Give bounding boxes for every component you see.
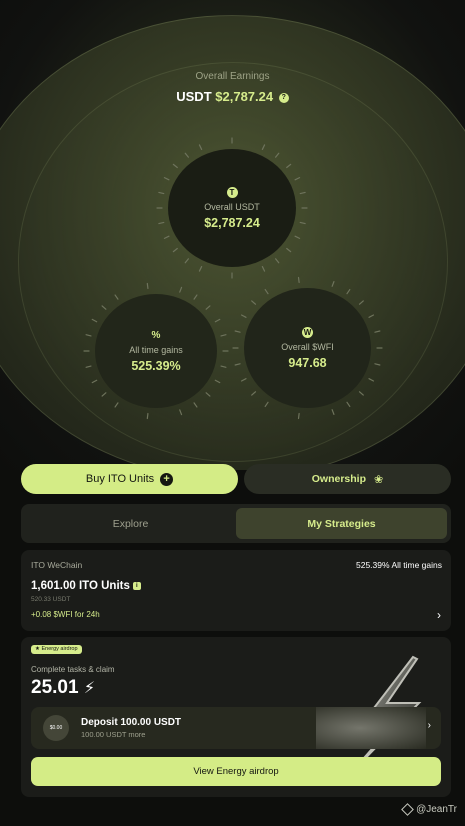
earnings-amount: $2,787.24	[215, 89, 274, 104]
overall-wfi-label: Overall $WFI	[281, 341, 334, 352]
tick-mark	[234, 330, 241, 333]
strategy-name: ITO WeChain	[31, 560, 83, 570]
energy-subtitle: Complete tasks & claim	[31, 665, 115, 674]
tick-mark	[85, 334, 92, 337]
tether-icon: T	[226, 186, 238, 198]
energy-value-number: 25.01	[31, 677, 79, 698]
overall-wfi-bubble[interactable]: W Overall $WFI 947.68	[232, 276, 383, 420]
overall-usdt-label: Overall USDT	[204, 201, 260, 212]
strategy-all-time-gains: 525.39% All time gains	[356, 560, 442, 570]
buy-ito-units-label: Buy ITO Units	[85, 473, 155, 485]
tick-mark	[146, 282, 149, 290]
strategy-usdt-value: 520.33 USDT	[31, 596, 71, 603]
medal-icon: ❀	[374, 473, 384, 486]
tick-mark	[374, 363, 381, 366]
diamond-logo-icon	[401, 802, 414, 816]
plus-icon: +	[160, 472, 174, 486]
strategy-card-ito-wechain[interactable]: ITO WeChain 525.39% All time gains 1,601…	[21, 550, 451, 631]
tick-mark	[220, 365, 227, 368]
strategy-units: 1,601.00 ITO Units i	[31, 580, 141, 592]
strategy-tabs: Explore My Strategies	[21, 504, 451, 543]
strategy-wfi-earnings: +0.08 $WFI for 24h	[31, 610, 100, 619]
tick-mark	[85, 365, 92, 368]
action-buttons: Buy ITO Units + Ownership ❀	[21, 464, 451, 494]
deposit-subtitle: 100.00 USDT more	[81, 730, 146, 739]
tick-mark	[158, 191, 165, 195]
deposit-title: Deposit 100.00 USDT	[81, 717, 182, 728]
info-badge-icon: i	[132, 581, 141, 590]
tab-explore[interactable]: Explore	[25, 508, 236, 539]
overall-earnings-title: Overall Earnings	[195, 71, 270, 82]
buy-ito-units-button[interactable]: Buy ITO Units +	[21, 464, 238, 494]
question-icon[interactable]: ?	[278, 92, 289, 103]
chevron-right-icon: ›	[427, 720, 431, 731]
overall-usdt-value: $2,787.24	[204, 215, 260, 230]
wfi-icon: W	[302, 326, 313, 338]
ownership-button[interactable]: Ownership ❀	[244, 464, 451, 494]
watermark: @JeanTr	[401, 802, 457, 816]
overall-usdt-bubble[interactable]: T Overall USDT $2,787.24	[156, 137, 308, 279]
all-time-gains-value: 525.39%	[131, 358, 181, 373]
lightning-icon: ⚡	[83, 680, 96, 697]
earnings-hero: Overall Earnings USDT $2,787.24 ? T Over…	[0, 0, 465, 470]
energy-airdrop-badge-label: Energy airdrop	[41, 646, 78, 652]
tick-mark	[331, 281, 335, 287]
tick-mark	[179, 286, 183, 293]
earnings-currency: USDT	[176, 89, 212, 104]
tick-mark	[158, 221, 165, 225]
tick-mark	[220, 334, 227, 337]
tab-my-strategies[interactable]: My Strategies	[236, 508, 447, 539]
all-time-gains-bubble[interactable]: % All time gains 525.39%	[83, 282, 229, 420]
deposit-glow-decoration	[316, 707, 426, 749]
ownership-label: Ownership	[311, 473, 367, 485]
tick-mark	[297, 412, 300, 420]
view-energy-airdrop-button[interactable]: View Energy airdrop	[31, 757, 441, 786]
tick-mark	[234, 363, 241, 366]
chevron-right-icon[interactable]: ›	[437, 608, 441, 622]
tick-mark	[198, 265, 203, 272]
deposit-task[interactable]: $0.00 Deposit 100.00 USDT 100.00 USDT mo…	[31, 707, 441, 749]
energy-airdrop-badge: ★ Energy airdrop	[31, 645, 82, 654]
overall-wfi-value: 947.68	[288, 355, 327, 370]
all-time-gains-label: All time gains	[129, 344, 183, 355]
tick-mark	[299, 191, 306, 195]
tick-mark	[299, 221, 306, 225]
strategy-units-value: 1,601.00 ITO Units	[31, 580, 130, 592]
tick-mark	[146, 412, 149, 420]
watermark-text: @JeanTr	[416, 804, 457, 815]
coin-icon: $0.00	[43, 715, 69, 741]
percent-icon: %	[151, 329, 161, 341]
tick-mark	[297, 276, 300, 284]
tick-mark	[261, 265, 266, 272]
tick-mark	[331, 409, 335, 415]
tick-mark	[179, 409, 183, 416]
tick-mark	[374, 330, 381, 333]
overall-earnings-value: USDT $2,787.24 ?	[0, 89, 465, 104]
energy-value: 25.01 ⚡	[31, 677, 95, 699]
energy-airdrop-card: ★ Energy airdrop Complete tasks & claim …	[21, 637, 451, 797]
